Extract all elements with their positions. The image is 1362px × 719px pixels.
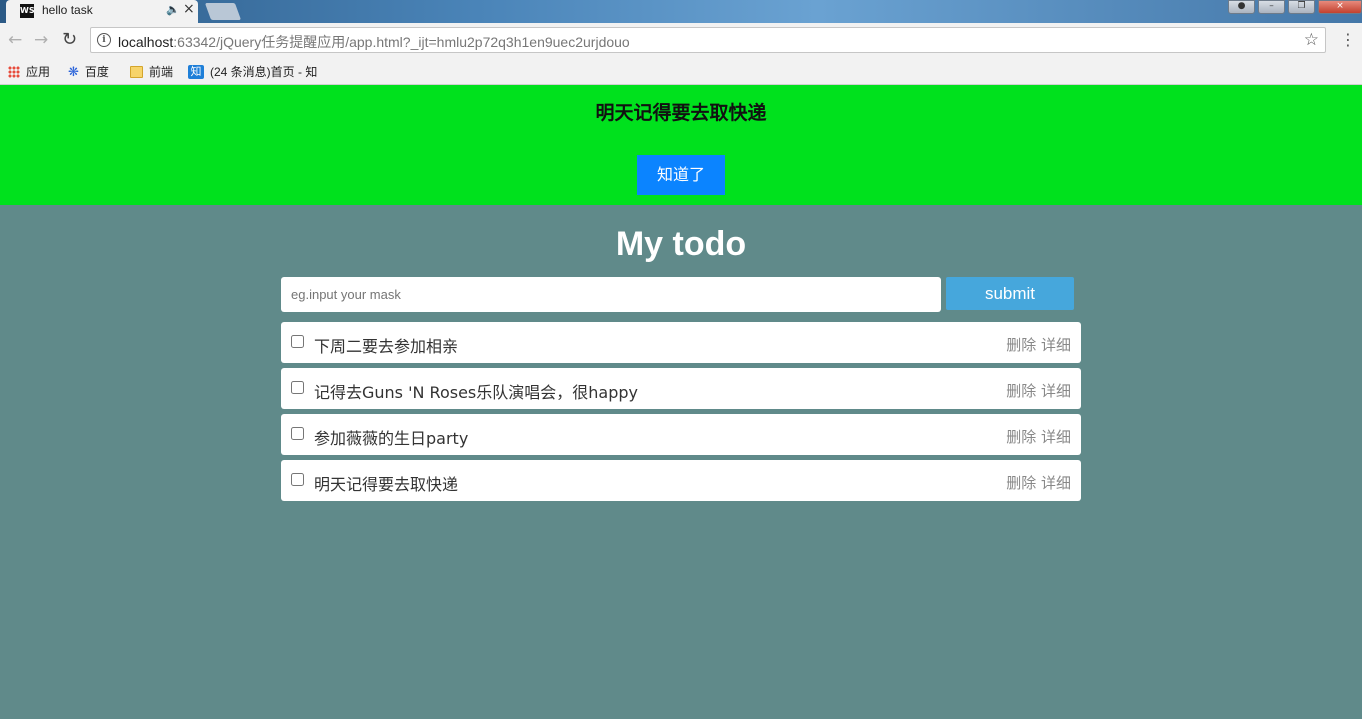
minimize-icon[interactable]: – [1258, 0, 1285, 14]
window-controls: ● – ❐ × [1228, 0, 1362, 14]
task-text[interactable]: 参加薇薇的生日party [314, 425, 468, 449]
browser-tab[interactable]: WS hello task 🔈 × [6, 0, 198, 23]
task-item: 记得去Guns 'N Roses乐队演唱会，很happy 删除 详细 [281, 368, 1081, 409]
detail-link[interactable]: 详细 [1041, 428, 1071, 446]
tab-strip: WS hello task 🔈 × ● – ❐ × [0, 0, 1362, 23]
bookmark-star-icon[interactable]: ☆ [1304, 30, 1319, 50]
speaker-icon[interactable]: 🔈 [166, 3, 180, 16]
webstorm-icon: WS [20, 4, 35, 18]
baidu-paw-icon: ❋ [68, 63, 79, 79]
task-actions: 删除 详细 [1006, 334, 1071, 355]
address-bar[interactable]: i localhost:63342/jQuery任务提醒应用/app.html?… [90, 27, 1326, 53]
task-checkbox[interactable] [291, 381, 304, 394]
delete-link[interactable]: 删除 [1006, 428, 1036, 446]
folder-icon [130, 65, 143, 78]
bookmark-folder-frontend[interactable]: 前端 [130, 63, 173, 80]
task-checkbox[interactable] [291, 335, 304, 348]
task-item: 下周二要去参加相亲 删除 详细 [281, 322, 1081, 363]
delete-link[interactable]: 删除 [1006, 336, 1036, 354]
close-tab-icon[interactable]: × [183, 1, 195, 17]
task-text[interactable]: 明天记得要去取快递 [314, 471, 458, 495]
task-actions: 删除 详细 [1006, 380, 1071, 401]
url-path: :63342/jQuery任务提醒应用/app.html?_ijt=hmlu2p… [173, 34, 630, 50]
task-actions: 删除 详细 [1006, 472, 1071, 493]
reminder-alert: 明天记得要去取快递 知道了 [0, 85, 1362, 205]
task-actions: 删除 详细 [1006, 426, 1071, 447]
acknowledge-button[interactable]: 知道了 [637, 155, 725, 195]
task-item: 明天记得要去取快递 删除 详细 [281, 460, 1081, 501]
bookmark-label: 前端 [149, 65, 174, 79]
page-title: My todo [615, 225, 747, 263]
task-item: 参加薇薇的生日party 删除 详细 [281, 414, 1081, 455]
delete-link[interactable]: 删除 [1006, 474, 1036, 492]
bookmark-label: 百度 [84, 65, 109, 79]
bookmark-zhihu[interactable]: 知 (24 条消息)首页 - 知 [188, 63, 317, 80]
task-text[interactable]: 下周二要去参加相亲 [314, 333, 458, 357]
task-checkbox[interactable] [291, 473, 304, 486]
delete-link[interactable]: 删除 [1006, 382, 1036, 400]
url-text[interactable]: localhost:63342/jQuery任务提醒应用/app.html?_i… [118, 32, 630, 52]
bookmark-apps[interactable]: 应用 [8, 63, 50, 80]
back-arrow-icon[interactable]: ← [8, 31, 22, 49]
user-icon[interactable]: ● [1228, 0, 1255, 14]
bookmark-label: 应用 [26, 65, 51, 79]
detail-link[interactable]: 详细 [1041, 336, 1071, 354]
detail-link[interactable]: 详细 [1041, 382, 1071, 400]
url-host: localhost [118, 34, 174, 50]
task-input[interactable] [281, 277, 941, 312]
tab-title: hello task [42, 3, 93, 17]
new-tab-button[interactable] [204, 3, 242, 20]
kebab-menu-icon[interactable]: ⋮ [1340, 31, 1356, 49]
bookmarks-bar: 应用 ❋ 百度 前端 知 (24 条消息)首页 - 知 [0, 59, 1362, 85]
task-text[interactable]: 记得去Guns 'N Roses乐队演唱会，很happy [314, 379, 638, 403]
close-window-icon[interactable]: × [1318, 0, 1362, 14]
apps-grid-icon [8, 65, 20, 78]
forward-arrow-icon[interactable]: → [34, 31, 48, 49]
detail-link[interactable]: 详细 [1041, 474, 1071, 492]
info-icon[interactable]: i [97, 33, 111, 47]
bookmark-baidu[interactable]: ❋ 百度 [68, 63, 109, 80]
alert-message: 明天记得要去取快递 [595, 102, 767, 124]
zhihu-icon: 知 [188, 64, 204, 79]
restore-icon[interactable]: ❐ [1288, 0, 1315, 14]
reload-icon[interactable]: ↻ [62, 31, 77, 49]
bookmark-label: (24 条消息)首页 - 知 [210, 65, 318, 79]
task-list: 下周二要去参加相亲 删除 详细 记得去Guns 'N Roses乐队演唱会，很h… [281, 322, 1081, 506]
submit-button[interactable]: submit [946, 277, 1074, 310]
task-checkbox[interactable] [291, 427, 304, 440]
browser-toolbar: ← → ↻ i localhost:63342/jQuery任务提醒应用/app… [0, 23, 1362, 59]
todo-app: My todo submit 下周二要去参加相亲 删除 详细 记得去Guns '… [0, 205, 1362, 719]
